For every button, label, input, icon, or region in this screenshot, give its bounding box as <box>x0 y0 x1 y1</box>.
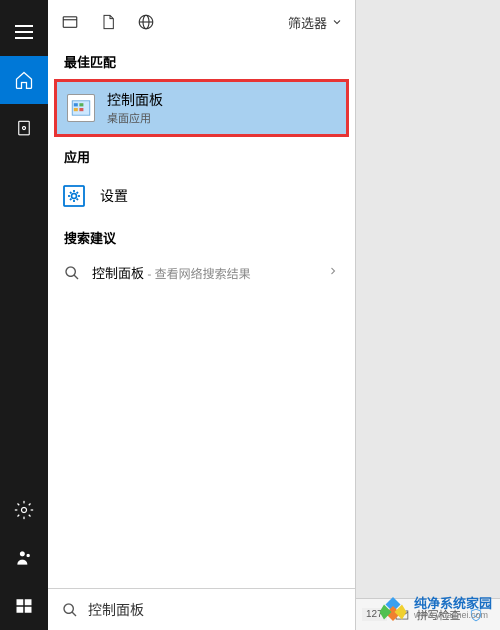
search-input[interactable] <box>88 602 341 618</box>
filter-dropdown[interactable]: 筛选器 <box>288 13 343 32</box>
sidebar-document[interactable] <box>0 104 48 152</box>
document-icon <box>15 119 33 137</box>
watermark-title: 纯净系统家园 <box>414 597 492 611</box>
suggestion-web[interactable]: 控制面板 - 查看网络搜索结果 <box>48 253 355 293</box>
sidebar-start[interactable] <box>0 582 48 630</box>
chevron-right-icon <box>327 264 339 282</box>
hamburger-menu[interactable] <box>0 8 48 56</box>
watermark-logo <box>378 594 408 624</box>
search-icon <box>64 265 80 281</box>
documents-icon[interactable] <box>98 12 118 32</box>
settings-app-icon <box>60 182 88 210</box>
search-sidebar <box>0 0 48 630</box>
right-background: 127 拼写检查 <box>356 0 500 630</box>
result-text: 设置 <box>100 186 128 206</box>
watermark: 纯净系统家园 www.yidaimei.com <box>378 594 492 624</box>
control-panel-icon <box>67 94 95 122</box>
result-control-panel[interactable]: 控制面板 桌面应用 <box>54 79 349 137</box>
gear-icon <box>14 500 34 520</box>
result-title: 控制面板 <box>107 90 163 110</box>
search-panel: 筛选器 最佳匹配 控制面板 桌面应用 应用 设置 搜索建议 控制面板 - 查看网… <box>48 0 356 630</box>
result-title: 设置 <box>100 186 128 206</box>
search-icon <box>62 602 78 618</box>
chevron-down-icon <box>331 16 343 28</box>
web-icon[interactable] <box>136 12 156 32</box>
section-apps: 应用 <box>48 139 355 172</box>
filter-label: 筛选器 <box>288 13 327 32</box>
search-bar[interactable] <box>48 588 355 630</box>
sidebar-settings[interactable] <box>0 486 48 534</box>
section-best-match: 最佳匹配 <box>48 44 355 77</box>
top-bar: 筛选器 <box>48 0 355 44</box>
sidebar-home[interactable] <box>0 56 48 104</box>
apps-icon[interactable] <box>60 12 80 32</box>
people-icon <box>14 548 34 568</box>
result-text: 控制面板 桌面应用 <box>107 90 163 126</box>
home-icon <box>14 70 34 90</box>
sidebar-people[interactable] <box>0 534 48 582</box>
result-settings[interactable]: 设置 <box>48 172 355 220</box>
watermark-url: www.yidaimei.com <box>414 611 492 621</box>
windows-icon <box>15 597 33 615</box>
suggestion-text: 控制面板 - 查看网络搜索结果 <box>92 263 251 283</box>
result-subtitle: 桌面应用 <box>107 110 163 126</box>
section-suggestions: 搜索建议 <box>48 220 355 253</box>
